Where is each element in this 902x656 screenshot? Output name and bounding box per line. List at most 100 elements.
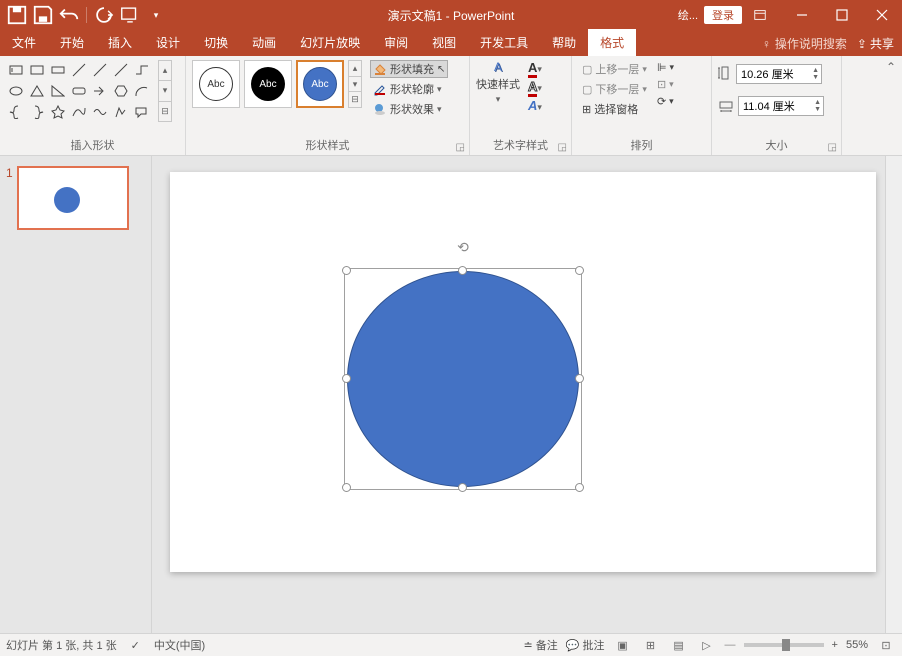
shape-connector-icon[interactable] (111, 60, 131, 80)
rotation-handle[interactable]: ⟲ (457, 239, 469, 256)
shape-roundrect-icon[interactable] (69, 81, 89, 101)
shape-freeform-icon[interactable] (111, 102, 131, 122)
start-from-beginning-icon[interactable] (119, 4, 141, 26)
shape-outline-button[interactable]: 形状轮廓▾ (370, 80, 448, 98)
group-button[interactable]: ⊡▾ (653, 77, 678, 92)
shape-textbox2-icon[interactable] (27, 60, 47, 80)
shapes-more[interactable]: ▴▾⊟ (158, 60, 172, 122)
comments-button[interactable]: 💬 批注 (566, 637, 605, 653)
shape-rtriangle-icon[interactable] (48, 81, 68, 101)
vertical-scrollbar[interactable] (885, 156, 902, 633)
tab-design[interactable]: 设计 (144, 29, 192, 56)
quick-styles-button[interactable]: A 快速样式 ▾ (476, 60, 520, 105)
fit-to-window-icon[interactable]: ⊡ (876, 637, 896, 653)
selected-oval-shape[interactable]: ⟲ (347, 271, 579, 487)
zoom-slider[interactable] (744, 643, 824, 647)
style-more[interactable]: ▴▾⊟ (348, 60, 362, 108)
text-fill-button[interactable]: A▾ (528, 60, 542, 75)
zoom-plus[interactable]: + (832, 639, 838, 651)
tab-transitions[interactable]: 切换 (192, 29, 240, 56)
text-outline-button[interactable]: A▾ (528, 79, 542, 94)
rotate-button[interactable]: ⟳▾ (653, 94, 678, 109)
maximize-button[interactable] (822, 0, 862, 30)
tell-me[interactable]: ♀ 操作说明搜索 (762, 35, 847, 52)
bring-forward-button[interactable]: ▢上移一层▾ (578, 60, 651, 78)
tab-slideshow[interactable]: 幻灯片放映 (288, 29, 372, 56)
shape-oval-icon[interactable] (6, 81, 26, 101)
dialog-launcher-icon[interactable]: ◲ (828, 142, 837, 153)
shape-line2-icon[interactable] (90, 60, 110, 80)
handle-ne[interactable] (575, 266, 584, 275)
notes-button[interactable]: ≐ 备注 (523, 637, 557, 653)
shape-rbrace-icon[interactable] (27, 102, 47, 122)
shape-rect-icon[interactable] (48, 60, 68, 80)
slide-thumbnail-1[interactable]: 1 (6, 166, 145, 230)
undo-icon[interactable] (58, 4, 80, 26)
handle-nw[interactable] (342, 266, 351, 275)
slide-thumbnail-frame[interactable] (17, 166, 129, 230)
tab-file[interactable]: 文件 (0, 29, 48, 56)
tab-devtools[interactable]: 开发工具 (468, 29, 540, 56)
login-button[interactable]: 登录 (704, 6, 742, 24)
shape-style-gallery[interactable]: Abc Abc Abc ▴▾⊟ (192, 60, 362, 108)
save-icon[interactable] (32, 4, 54, 26)
ribbon-display-icon[interactable] (748, 0, 772, 30)
shape-elbow-icon[interactable] (132, 60, 152, 80)
tab-help[interactable]: 帮助 (540, 29, 588, 56)
shape-textbox-icon[interactable] (6, 60, 26, 80)
selection-pane-button[interactable]: ⊞选择窗格 (578, 100, 651, 118)
slide[interactable]: ⟲ (170, 172, 876, 572)
shape-curve-icon[interactable] (69, 102, 89, 122)
shape-lbrace-icon[interactable] (6, 102, 26, 122)
shape-arrow-icon[interactable] (90, 81, 110, 101)
text-effects-button[interactable]: A▾ (528, 98, 542, 113)
shape-star-icon[interactable] (48, 102, 68, 122)
accessibility-icon[interactable]: ✓ (131, 639, 140, 652)
tab-insert[interactable]: 插入 (96, 29, 144, 56)
dialog-launcher-icon[interactable]: ◲ (456, 142, 465, 153)
normal-view-icon[interactable]: ▣ (613, 637, 633, 653)
shape-scribble-icon[interactable] (90, 102, 110, 122)
shape-triangle-icon[interactable] (27, 81, 47, 101)
minimize-button[interactable] (782, 0, 822, 30)
tab-animations[interactable]: 动画 (240, 29, 288, 56)
shape-callout-icon[interactable] (132, 102, 152, 122)
handle-se[interactable] (575, 483, 584, 492)
reading-view-icon[interactable]: ▤ (669, 637, 689, 653)
handle-s[interactable] (458, 483, 467, 492)
style-thumb-2[interactable]: Abc (244, 60, 292, 108)
style-thumb-1[interactable]: Abc (192, 60, 240, 108)
shapes-gallery[interactable] (6, 60, 152, 122)
handle-w[interactable] (342, 374, 351, 383)
zoom-level[interactable]: 55% (846, 639, 868, 651)
handle-sw[interactable] (342, 483, 351, 492)
handle-e[interactable] (575, 374, 584, 383)
language[interactable]: 中文(中国) (154, 637, 205, 653)
shape-hexagon-icon[interactable] (111, 81, 131, 101)
shape-line-icon[interactable] (69, 60, 89, 80)
shape-arc-icon[interactable] (132, 81, 152, 101)
tab-home[interactable]: 开始 (48, 29, 96, 56)
close-button[interactable] (862, 0, 902, 30)
redo-icon[interactable] (93, 4, 115, 26)
sorter-view-icon[interactable]: ⊞ (641, 637, 661, 653)
handle-n[interactable] (458, 266, 467, 275)
tab-view[interactable]: 视图 (420, 29, 468, 56)
dialog-launcher-icon[interactable]: ◲ (558, 142, 567, 153)
slideshow-view-icon[interactable]: ▷ (697, 637, 717, 653)
width-input[interactable]: 11.04 厘米▲▼ (738, 96, 824, 116)
shape-effects-button[interactable]: 形状效果▾ (370, 100, 448, 118)
send-backward-button[interactable]: ▢下移一层▾ (578, 80, 651, 98)
share-button[interactable]: ⇪ 共享 (857, 35, 894, 52)
slide-canvas[interactable]: ⟲ (152, 156, 902, 633)
autosave-icon[interactable] (6, 4, 28, 26)
qat-more-icon[interactable]: ▾ (145, 4, 167, 26)
tab-format[interactable]: 格式 (588, 29, 636, 56)
shape-fill-button[interactable]: 形状填充 ↖ (370, 60, 448, 78)
slide-thumbnails-panel: 1 (0, 156, 152, 633)
tab-review[interactable]: 审阅 (372, 29, 420, 56)
style-thumb-3[interactable]: Abc (296, 60, 344, 108)
align-button[interactable]: ⊫▾ (653, 60, 678, 75)
collapse-ribbon-icon[interactable]: ⌃ (886, 60, 896, 74)
height-input[interactable]: 10.26 厘米▲▼ (736, 64, 822, 84)
